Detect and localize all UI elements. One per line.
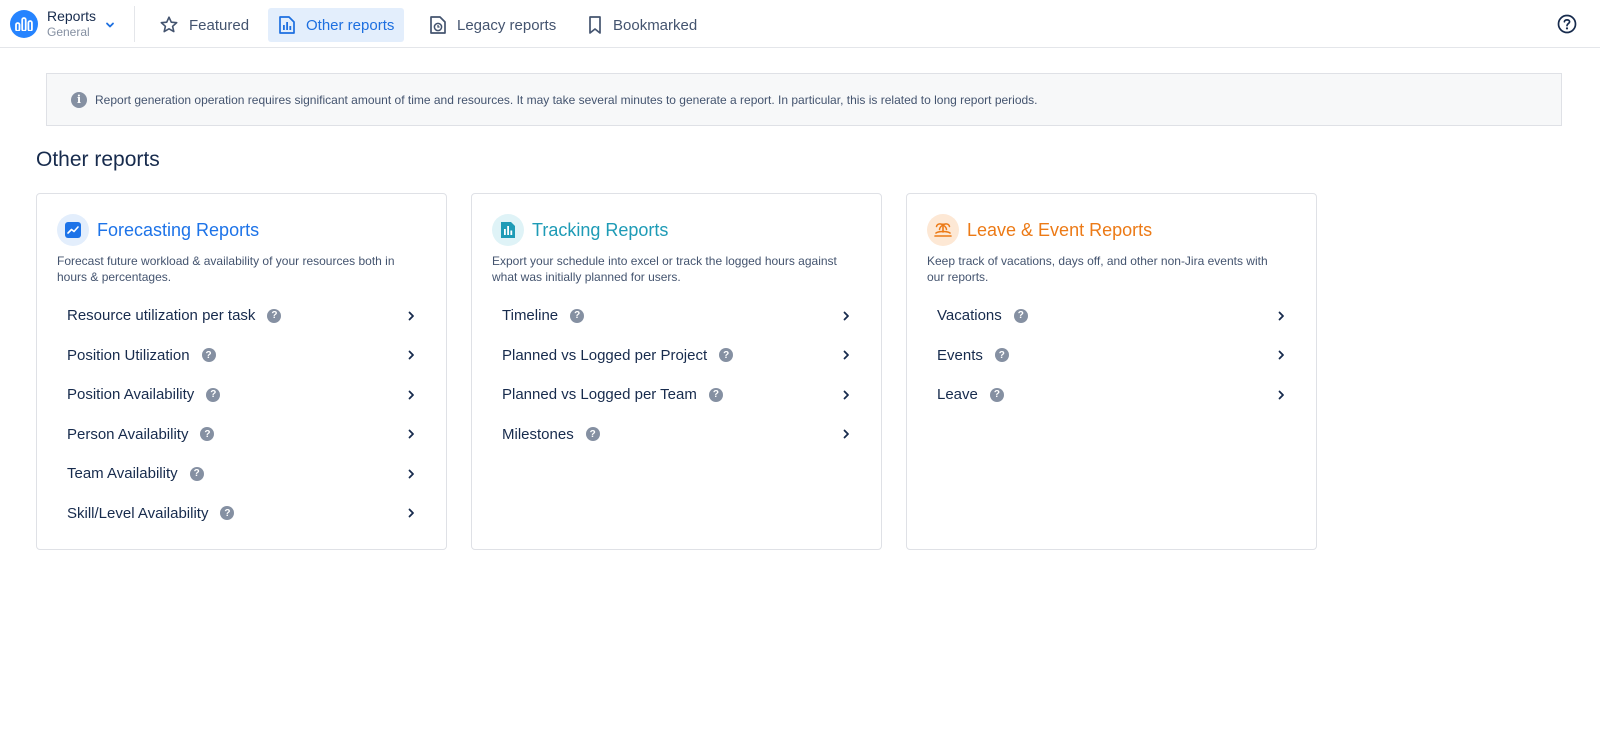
help-icon[interactable]: ? xyxy=(570,308,585,323)
chevron-right-icon xyxy=(408,311,414,321)
chevron-right-icon xyxy=(408,508,414,518)
divider xyxy=(134,6,135,42)
chevron-right-icon xyxy=(843,350,849,360)
report-label: Planned vs Logged per Project xyxy=(502,346,708,364)
tracking-reports-card: Tracking Reports Export your schedule in… xyxy=(471,193,882,550)
bookmark-icon xyxy=(589,16,601,34)
chevron-right-icon xyxy=(408,429,414,439)
chevron-down-icon xyxy=(106,22,114,28)
report-label: Vacations xyxy=(937,307,1002,325)
chevron-right-icon xyxy=(1278,350,1284,360)
help-icon[interactable]: ? xyxy=(189,466,204,481)
help-icon[interactable]: ? xyxy=(267,308,282,323)
card-title: Leave & Event Reports xyxy=(967,219,1153,240)
report-item-position-availability[interactable]: Position Availability ? xyxy=(57,375,427,415)
tab-legacy-reports[interactable]: Legacy reports xyxy=(419,8,566,42)
report-list: Vacations ? Events ? Leave ? xyxy=(927,296,1297,415)
tab-label: Bookmarked xyxy=(613,16,698,34)
report-label: Skill/Level Availability xyxy=(67,504,209,522)
card-title: Tracking Reports xyxy=(532,219,669,240)
chevron-right-icon xyxy=(1278,390,1284,400)
report-label: Leave xyxy=(937,386,978,404)
question-circle-icon xyxy=(1557,14,1577,34)
card-description: Forecast future workload & availability … xyxy=(57,254,395,284)
report-item-timeline[interactable]: Timeline ? xyxy=(492,296,862,336)
report-clock-icon xyxy=(430,16,446,34)
page-title: Other reports xyxy=(36,148,160,171)
help-icon[interactable]: ? xyxy=(201,348,216,363)
help-icon[interactable]: ? xyxy=(989,387,1004,402)
report-item-planned-vs-logged-per-team[interactable]: Planned vs Logged per Team ? xyxy=(492,375,862,415)
report-label: Person Availability xyxy=(67,425,189,443)
chevron-right-icon xyxy=(843,311,849,321)
report-label: Events xyxy=(937,346,983,364)
help-icon[interactable]: ? xyxy=(220,506,235,521)
app-title: Reports xyxy=(47,8,97,24)
reports-logo-icon xyxy=(10,10,38,38)
forecasting-reports-card: Forecasting Reports Forecast future work… xyxy=(36,193,447,550)
help-icon[interactable]: ? xyxy=(585,427,600,442)
help-icon[interactable]: ? xyxy=(200,427,215,442)
app-subtitle: General xyxy=(47,25,90,39)
report-item-team-availability[interactable]: Team Availability ? xyxy=(57,454,427,494)
report-list: Timeline ? Planned vs Logged per Project… xyxy=(492,296,862,454)
chevron-right-icon xyxy=(843,429,849,439)
report-label: Position Availability xyxy=(67,386,195,404)
help-button[interactable] xyxy=(1556,13,1578,35)
report-item-position-utilization[interactable]: Position Utilization ? xyxy=(57,336,427,376)
top-navigation: Reports General Featured Other reports L… xyxy=(0,0,1600,48)
report-item-leave[interactable]: Leave ? xyxy=(927,375,1297,415)
help-icon[interactable]: ? xyxy=(206,387,221,402)
info-icon: i xyxy=(71,91,87,108)
report-list: Resource utilization per task ? Position… xyxy=(57,296,427,533)
leave-event-reports-card: Leave & Event Reports Keep track of vaca… xyxy=(906,193,1317,550)
help-icon[interactable]: ? xyxy=(1013,308,1028,323)
help-icon[interactable]: ? xyxy=(719,348,734,363)
tab-label: Other reports xyxy=(306,16,395,34)
tab-label: Legacy reports xyxy=(457,16,557,34)
report-document-icon xyxy=(279,16,295,34)
report-label: Planned vs Logged per Team xyxy=(502,386,697,404)
chevron-right-icon xyxy=(408,350,414,360)
report-item-skill-level-availability[interactable]: Skill/Level Availability ? xyxy=(57,494,427,534)
report-item-vacations[interactable]: Vacations ? xyxy=(927,296,1297,336)
tab-other-reports[interactable]: Other reports xyxy=(268,8,405,42)
tab-featured[interactable]: Featured xyxy=(149,8,259,42)
info-banner: i Report generation operation requires s… xyxy=(46,73,1562,126)
chevron-right-icon xyxy=(408,390,414,400)
report-item-events[interactable]: Events ? xyxy=(927,336,1297,376)
report-label: Milestones xyxy=(502,425,574,443)
tab-label: Featured xyxy=(189,16,250,34)
trend-chart-icon xyxy=(57,214,89,246)
report-label: Position Utilization xyxy=(67,346,190,364)
report-item-planned-vs-logged-per-project[interactable]: Planned vs Logged per Project ? xyxy=(492,336,862,376)
bar-chart-icon xyxy=(492,214,524,246)
card-description: Export your schedule into excel or track… xyxy=(492,254,837,284)
info-banner-text: Report generation operation requires sig… xyxy=(95,92,1038,107)
report-item-person-availability[interactable]: Person Availability ? xyxy=(57,415,427,455)
report-item-milestones[interactable]: Milestones ? xyxy=(492,415,862,455)
chevron-right-icon xyxy=(1278,311,1284,321)
chevron-right-icon xyxy=(408,469,414,479)
card-description: Keep track of vacations, days off, and o… xyxy=(927,254,1268,284)
app-switcher[interactable]: Reports General xyxy=(10,8,116,40)
island-icon xyxy=(927,214,959,246)
chevron-right-icon xyxy=(843,390,849,400)
help-icon[interactable]: ? xyxy=(708,387,723,402)
tab-bookmarked[interactable]: Bookmarked xyxy=(577,8,707,42)
card-title: Forecasting Reports xyxy=(97,219,260,240)
report-label: Timeline xyxy=(502,307,559,325)
report-label: Team Availability xyxy=(67,465,178,483)
help-icon[interactable]: ? xyxy=(994,348,1009,363)
report-item-resource-utilization-per-task[interactable]: Resource utilization per task ? xyxy=(57,296,427,336)
star-icon xyxy=(160,16,178,33)
report-label: Resource utilization per task xyxy=(67,307,256,325)
